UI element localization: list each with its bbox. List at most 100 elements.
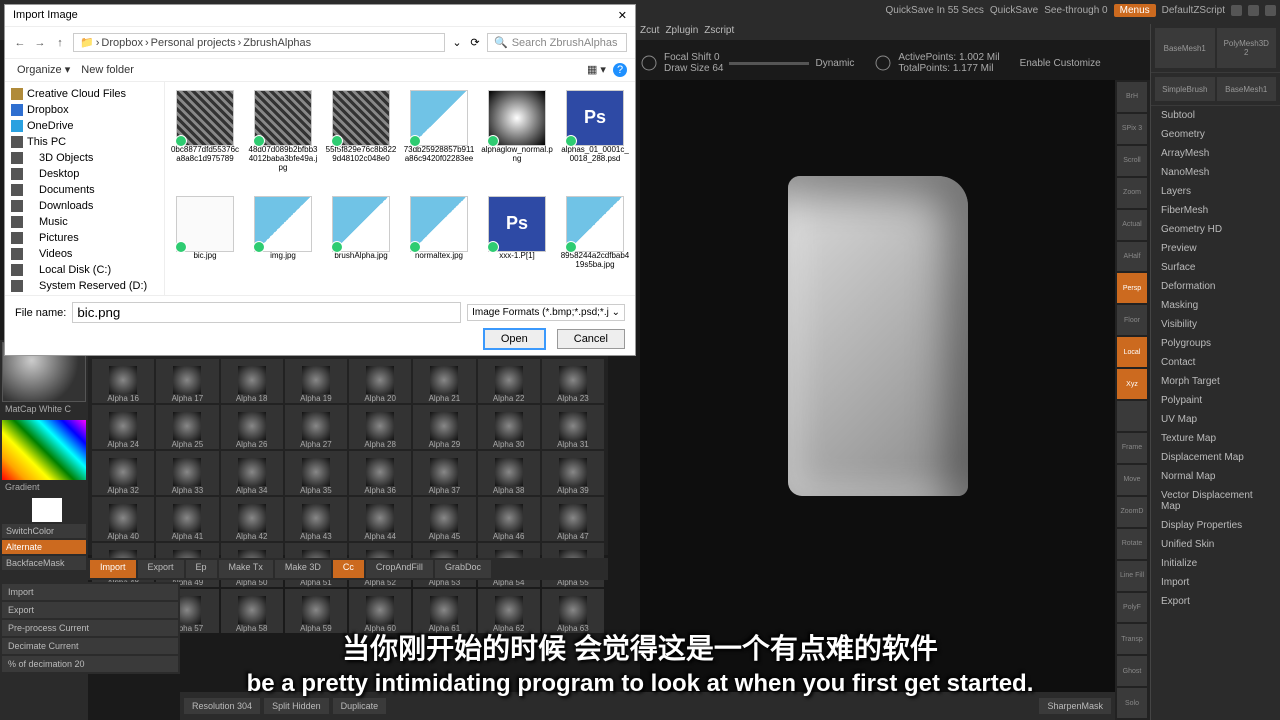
tool-geometry[interactable]: Geometry xyxy=(1151,125,1280,144)
alpha-thumb[interactable]: Alpha 42 xyxy=(221,497,283,541)
alpha-thumb[interactable]: Alpha 62 xyxy=(478,589,540,633)
alpha-thumb[interactable]: Alpha 41 xyxy=(156,497,218,541)
alpha-thumb[interactable]: Alpha 25 xyxy=(156,405,218,449)
dynamic-toggle[interactable]: Dynamic xyxy=(815,58,854,69)
color-picker[interactable] xyxy=(2,420,86,480)
file-item[interactable]: 55f5f829e76c8b8229d48102c048e0 xyxy=(323,88,399,192)
vicon-xyz[interactable]: Xyz xyxy=(1117,369,1147,399)
alpha-thumb[interactable]: Alpha 21 xyxy=(413,359,475,403)
menus-button[interactable]: Menus xyxy=(1114,4,1156,17)
new-folder-button[interactable]: New folder xyxy=(77,64,138,76)
menu-zcut[interactable]: Zcut xyxy=(640,25,659,36)
alpha-import[interactable]: Import xyxy=(90,560,136,578)
alpha-thumb[interactable]: Alpha 39 xyxy=(542,451,604,495)
vicon-persp[interactable]: Persp xyxy=(1117,273,1147,303)
tree-item[interactable]: 3D Objects xyxy=(11,150,158,166)
split-hidden[interactable]: Split Hidden xyxy=(264,698,329,714)
vicon-move[interactable]: Move xyxy=(1117,465,1147,495)
vicon-polyf[interactable]: PolyF xyxy=(1117,593,1147,623)
tool-preview[interactable]: Preview xyxy=(1151,239,1280,258)
alpha-thumb[interactable]: Alpha 59 xyxy=(285,589,347,633)
tool-vector-displacement-map[interactable]: Vector Displacement Map xyxy=(1151,486,1280,516)
leftbtn[interactable]: % of decimation 20 xyxy=(2,656,178,672)
tool-swatch-3[interactable]: SimpleBrush xyxy=(1155,77,1215,101)
alpha-thumb[interactable]: Alpha 17 xyxy=(156,359,218,403)
vicon-spix 3[interactable]: SPix 3 xyxy=(1117,114,1147,144)
tool-surface[interactable]: Surface xyxy=(1151,258,1280,277)
vicon-actual[interactable]: Actual xyxy=(1117,210,1147,240)
alpha-thumb[interactable]: Alpha 22 xyxy=(478,359,540,403)
alpha-thumb[interactable]: Alpha 31 xyxy=(542,405,604,449)
gradient-label[interactable]: Gradient xyxy=(2,482,86,496)
cancel-button[interactable]: Cancel xyxy=(557,329,625,349)
tree-item[interactable]: Local Disk (C:) xyxy=(11,262,158,278)
tool-polygroups[interactable]: Polygroups xyxy=(1151,334,1280,353)
window-close-icon[interactable] xyxy=(1265,5,1276,16)
switchcolor[interactable]: SwitchColor xyxy=(2,524,86,538)
help-icon[interactable]: ? xyxy=(613,63,627,77)
alpha-thumb[interactable]: Alpha 44 xyxy=(349,497,411,541)
vicon-blank[interactable] xyxy=(1117,401,1147,431)
alpha-thumb[interactable]: Alpha 29 xyxy=(413,405,475,449)
alpha-cropandfill[interactable]: CropAndFill xyxy=(366,560,433,578)
alpha-thumb[interactable]: Alpha 16 xyxy=(92,359,154,403)
vicon-rotate[interactable]: Rotate xyxy=(1117,529,1147,559)
tool-swatch-2[interactable]: PolyMesh3D2 xyxy=(1217,28,1277,68)
tool-polypaint[interactable]: Polypaint xyxy=(1151,391,1280,410)
vicon-floor[interactable]: Floor xyxy=(1117,305,1147,335)
tool-unified-skin[interactable]: Unified Skin xyxy=(1151,535,1280,554)
vicon-line fill[interactable]: Line Fill xyxy=(1117,561,1147,591)
alpha-thumb[interactable]: Alpha 37 xyxy=(413,451,475,495)
alpha-thumb[interactable]: Alpha 34 xyxy=(221,451,283,495)
vicon-solo[interactable]: Solo xyxy=(1117,688,1147,718)
alpha-make 3d[interactable]: Make 3D xyxy=(275,560,331,578)
tree-item[interactable]: This PC xyxy=(11,134,158,150)
file-item[interactable]: Psalphas_01_0001c_0018_288.psd xyxy=(557,88,633,192)
tool-contact[interactable]: Contact xyxy=(1151,353,1280,372)
tree-item[interactable]: Dropbox xyxy=(11,102,158,118)
tool-swatch-4[interactable]: BaseMesh1 xyxy=(1217,77,1277,101)
alpha-thumb[interactable]: Alpha 19 xyxy=(285,359,347,403)
alternate[interactable]: Alternate xyxy=(2,540,86,554)
file-item[interactable]: 8958244a2cdfbab419s5ba.jpg xyxy=(557,194,633,289)
tool-geometry-hd[interactable]: Geometry HD xyxy=(1151,220,1280,239)
nav-fwd-icon[interactable]: → xyxy=(33,37,47,49)
alpha-thumb[interactable]: Alpha 47 xyxy=(542,497,604,541)
3d-viewport[interactable] xyxy=(640,80,1115,720)
alpha-thumb[interactable]: Alpha 33 xyxy=(156,451,218,495)
alpha-thumb[interactable]: Alpha 30 xyxy=(478,405,540,449)
file-item[interactable]: 0bc8877dfd55376ca8a8c1d975789 xyxy=(167,88,243,192)
tool-swatch-1[interactable]: BaseMesh1 xyxy=(1155,28,1215,68)
breadcrumb-dropdown-icon[interactable]: ⌄ xyxy=(451,36,463,49)
refresh-icon[interactable]: ⟳ xyxy=(469,36,481,49)
leftbtn[interactable]: Export xyxy=(2,602,178,618)
menu-zscript[interactable]: Zscript xyxy=(704,25,734,36)
color-swatch[interactable] xyxy=(32,498,62,522)
window-max-icon[interactable] xyxy=(1248,5,1259,16)
alpha-thumb[interactable]: Alpha 58 xyxy=(221,589,283,633)
file-filter-dropdown[interactable]: Image Formats (*.bmp;*.psd;*.j ⌄ xyxy=(467,304,625,321)
sharpenmask[interactable]: SharpenMask xyxy=(1039,698,1111,714)
alpha-thumb[interactable]: Alpha 61 xyxy=(413,589,475,633)
tool-nanomesh[interactable]: NanoMesh xyxy=(1151,163,1280,182)
file-item[interactable]: brushAlpha.jpg xyxy=(323,194,399,289)
alpha-thumb[interactable]: Alpha 63 xyxy=(542,589,604,633)
tree-item[interactable]: Desktop xyxy=(11,166,158,182)
vicon-local[interactable]: Local xyxy=(1117,337,1147,367)
alpha-thumb[interactable]: Alpha 46 xyxy=(478,497,540,541)
file-item[interactable]: bic.jpg xyxy=(167,194,243,289)
dialog-close-icon[interactable]: ✕ xyxy=(618,9,627,22)
file-item[interactable]: img.jpg xyxy=(245,194,321,289)
tree-item[interactable]: System Reserved (D:) xyxy=(11,278,158,294)
tool-deformation[interactable]: Deformation xyxy=(1151,277,1280,296)
alpha-thumb[interactable]: Alpha 60 xyxy=(349,589,411,633)
tool-texture-map[interactable]: Texture Map xyxy=(1151,429,1280,448)
vicon-frame[interactable]: Frame xyxy=(1117,433,1147,463)
filename-input[interactable] xyxy=(72,302,461,323)
tool-morph-target[interactable]: Morph Target xyxy=(1151,372,1280,391)
leftbtn[interactable]: Decimate Current xyxy=(2,638,178,654)
backfacemask[interactable]: BackfaceMask xyxy=(2,556,86,570)
file-item[interactable]: Psxxx-1.P[1] xyxy=(479,194,555,289)
alpha-thumb[interactable]: Alpha 20 xyxy=(349,359,411,403)
vicon-brh[interactable]: BrH xyxy=(1117,82,1147,112)
